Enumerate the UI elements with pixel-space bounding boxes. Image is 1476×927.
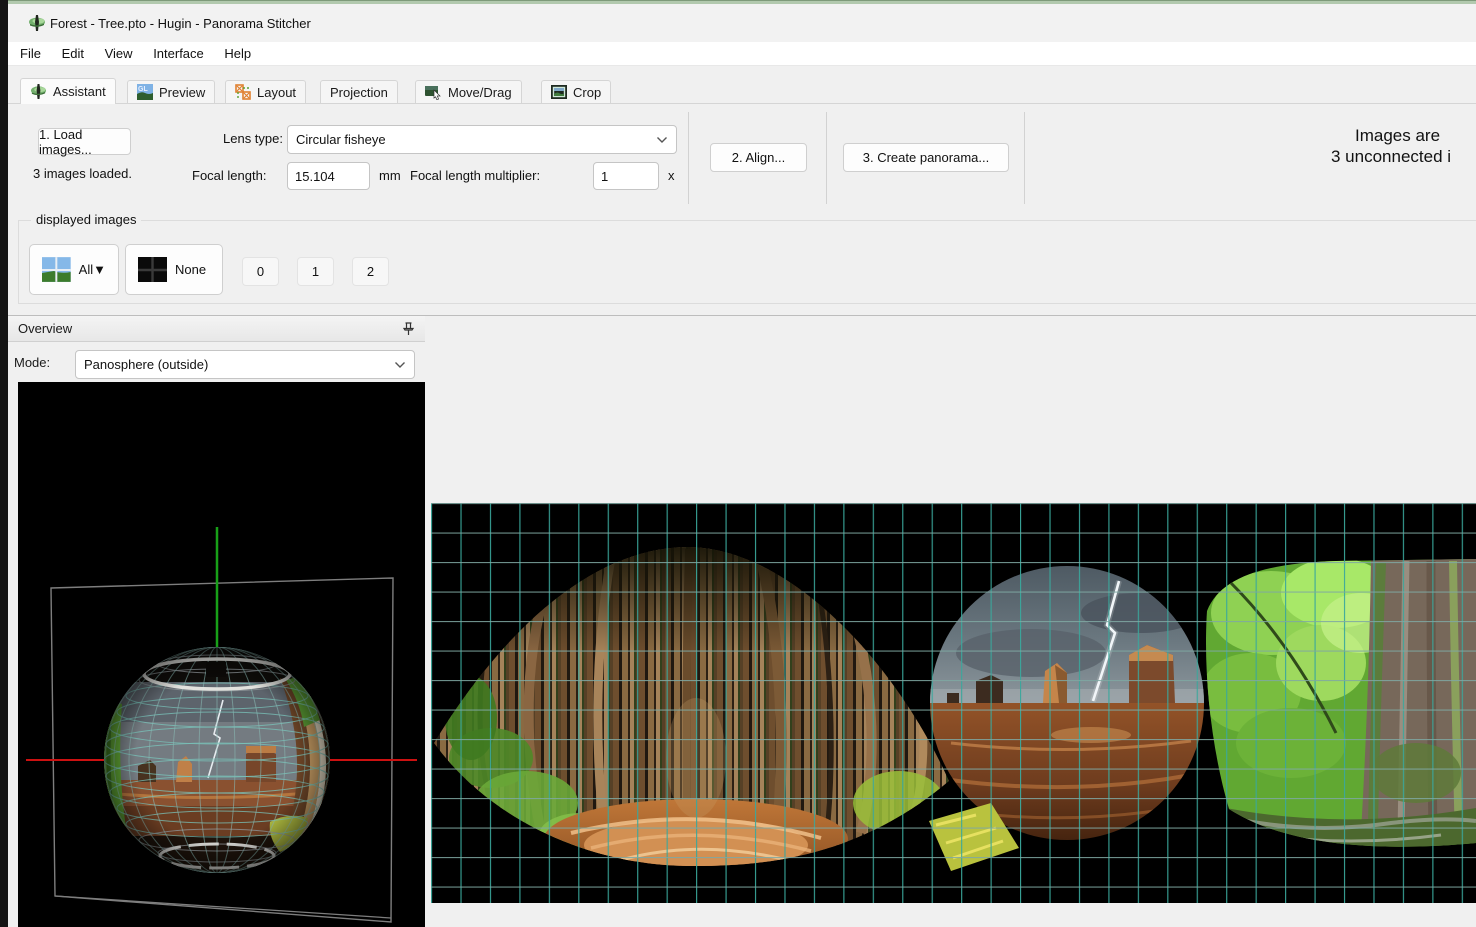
chevron-down-icon (394, 361, 406, 369)
focal-length-input[interactable] (287, 162, 370, 190)
toolbar-divider (1024, 112, 1025, 204)
align-button[interactable]: 2. Align... (710, 143, 807, 172)
layout-icon (235, 84, 251, 100)
menu-help[interactable]: Help (222, 46, 253, 61)
load-status: 3 images loaded. (33, 166, 132, 181)
overview-panel-header[interactable]: Overview (8, 315, 425, 342)
window-title: Forest - Tree.pto - Hugin - Panorama Sti… (50, 16, 311, 31)
menu-view[interactable]: View (103, 46, 135, 61)
hugin-app-icon (28, 14, 46, 32)
no-images-label: None (175, 262, 206, 277)
panosphere-3d-view[interactable] (18, 382, 425, 927)
tab-preview[interactable]: GL Preview (127, 80, 215, 103)
panorama-preview-canvas[interactable] (431, 503, 1476, 903)
title-bar[interactable]: Forest - Tree.pto - Hugin - Panorama Sti… (8, 4, 1476, 42)
tab-projection[interactable]: Projection (320, 80, 398, 103)
application-window: Forest - Tree.pto - Hugin - Panorama Sti… (8, 4, 1476, 927)
all-images-icon (42, 257, 71, 282)
tab-label: Layout (257, 85, 296, 100)
create-panorama-label: 3. Create panorama... (863, 150, 989, 165)
all-images-label: All▼ (79, 262, 106, 277)
menu-bar: File Edit View Interface Help (8, 42, 1476, 66)
focal-length-unit: mm (379, 168, 401, 183)
overview-mode-select[interactable]: Panosphere (outside) (75, 350, 415, 379)
overview-mode-value: Panosphere (outside) (84, 357, 394, 372)
tab-layout[interactable]: Layout (225, 80, 306, 103)
gl-preview-icon: GL (137, 84, 153, 100)
assistant-toolbar: 1. Load images... 3 images loaded. Lens … (8, 104, 1476, 209)
preview-grid-overlay (431, 503, 1476, 903)
tab-label: Crop (573, 85, 601, 100)
image-toggle-1[interactable]: 1 (297, 257, 334, 286)
lens-type-value: Circular fisheye (296, 132, 656, 147)
move-drag-icon (425, 84, 442, 100)
overview-title: Overview (18, 321, 72, 336)
crop-icon (551, 84, 567, 100)
lens-type-label: Lens type: (223, 131, 283, 146)
focal-length-label: Focal length: (192, 168, 266, 183)
connection-status-line1: Images are (1355, 126, 1440, 146)
tab-move-drag[interactable]: Move/Drag (415, 80, 522, 103)
menu-edit[interactable]: Edit (60, 46, 86, 61)
tab-assistant[interactable]: Assistant (20, 78, 116, 104)
create-panorama-button[interactable]: 3. Create panorama... (843, 143, 1009, 172)
no-images-icon (138, 257, 167, 282)
tab-label: Projection (330, 85, 388, 100)
show-no-images-button[interactable]: None (125, 244, 223, 295)
displayed-images-group: displayed images All▼ None 0 (18, 220, 1476, 304)
chevron-down-icon (656, 136, 668, 144)
displayed-images-legend: displayed images (31, 212, 141, 227)
toolbar-divider (826, 112, 827, 204)
image-toggle-0-label: 0 (257, 264, 264, 279)
pin-icon[interactable] (402, 322, 415, 336)
tab-bar: Assistant GL Preview Layout (8, 78, 1476, 104)
hugin-icon (30, 83, 47, 100)
menu-interface[interactable]: Interface (151, 46, 206, 61)
menu-file[interactable]: File (18, 46, 43, 61)
tab-label: Preview (159, 85, 205, 100)
lens-type-select[interactable]: Circular fisheye (287, 125, 677, 154)
focal-multiplier-input[interactable] (593, 162, 659, 190)
image-toggle-0[interactable]: 0 (242, 257, 279, 286)
image-toggle-1-label: 1 (312, 264, 319, 279)
overview-mode-row: Mode: Panosphere (outside) (8, 342, 425, 386)
image-toggle-2[interactable]: 2 (352, 257, 389, 286)
focal-multiplier-unit: x (668, 168, 675, 183)
focal-multiplier-label: Focal length multiplier: (410, 168, 540, 183)
tab-label: Move/Drag (448, 85, 512, 100)
show-all-images-button[interactable]: All▼ (29, 244, 119, 295)
align-label: 2. Align... (732, 150, 785, 165)
tab-crop[interactable]: Crop (541, 80, 611, 103)
tab-label: Assistant (53, 84, 106, 99)
tab-divider-line (8, 103, 1476, 104)
load-images-button[interactable]: 1. Load images... (38, 128, 131, 155)
hugin-preview-window: Forest - Tree.pto - Hugin - Panorama Sti… (0, 0, 1476, 927)
connection-status-line2: 3 unconnected i (1331, 147, 1451, 167)
svg-text:GL: GL (138, 86, 148, 93)
image-toggle-2-label: 2 (367, 264, 374, 279)
mode-label: Mode: (14, 355, 50, 370)
load-images-label: 1. Load images... (39, 127, 130, 157)
background-strip (0, 0, 8, 927)
toolbar-divider (688, 112, 689, 204)
